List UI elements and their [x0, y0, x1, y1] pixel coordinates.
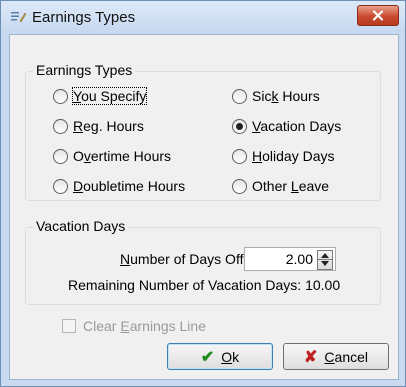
radio-label-reg-hours: Reg. Hours	[73, 118, 144, 134]
clear-earnings-line-label: Clear Earnings Line	[83, 318, 206, 334]
days-off-spinner[interactable]: 2.00	[244, 247, 336, 271]
title-bar[interactable]: Earnings Types	[1, 1, 405, 34]
cancel-button-label: Cancel	[324, 348, 368, 365]
radio-label-doubletime-hours: Doubletime Hours	[73, 178, 186, 194]
close-button[interactable]	[357, 5, 399, 26]
dialog-window: Earnings Types Earnings Types You Specif…	[0, 0, 406, 387]
clear-earnings-line-checkbox[interactable]: Clear Earnings Line	[62, 318, 206, 334]
radio-label-overtime-hours: Overtime Hours	[73, 148, 172, 164]
spin-up-icon[interactable]	[321, 253, 329, 258]
checkbox-icon	[62, 319, 76, 333]
radio-label-holiday-days: Holiday Days	[252, 148, 335, 164]
radio-button-icon	[53, 118, 68, 134]
days-off-label: Number of Days Off	[120, 251, 244, 267]
radio-vacation-days[interactable]: Vacation Days	[232, 116, 341, 136]
window-title: Earnings Types	[32, 9, 136, 26]
radio-button-icon	[232, 88, 247, 104]
close-icon	[372, 10, 384, 21]
ok-button[interactable]: ✔ Ok	[167, 343, 273, 370]
radio-button-icon	[53, 88, 68, 104]
edit-list-icon	[11, 12, 26, 23]
radio-label-vacation-days: Vacation Days	[252, 118, 342, 134]
radio-dot-icon	[236, 122, 243, 130]
x-icon: ✘	[304, 348, 318, 366]
cancel-button[interactable]: ✘ Cancel	[283, 343, 389, 370]
spin-down-icon[interactable]	[321, 261, 329, 266]
radio-label-sick-hours: Sick Hours	[252, 88, 320, 104]
radio-button-icon	[232, 178, 247, 194]
radio-button-selected-icon	[232, 118, 247, 134]
days-off-value[interactable]: 2.00	[286, 251, 313, 267]
radio-you-specify[interactable]: You Specify	[53, 86, 148, 106]
ok-button-label: Ok	[221, 348, 240, 365]
radio-button-icon	[53, 148, 68, 164]
radio-doubletime-hours[interactable]: Doubletime Hours	[53, 176, 185, 196]
vacation-days-group-title: Vacation Days	[33, 218, 129, 234]
radio-label-other-leave: Other Leave	[252, 178, 330, 194]
radio-holiday-days[interactable]: Holiday Days	[232, 146, 335, 166]
earnings-types-group-title: Earnings Types	[33, 62, 136, 78]
spinner-buttons[interactable]	[317, 250, 333, 270]
dialog-body: Earnings Types You Specify Reg. Hours Ov…	[9, 34, 399, 380]
radio-overtime-hours[interactable]: Overtime Hours	[53, 146, 171, 166]
spin-divider	[318, 259, 332, 260]
radio-other-leave[interactable]: Other Leave	[232, 176, 329, 196]
checkmark-icon: ✔	[200, 348, 215, 366]
radio-label-you-specify: You Specify	[71, 87, 148, 105]
remaining-vacation-days-text: Remaining Number of Vacation Days: 10.00	[68, 277, 341, 293]
radio-button-icon	[232, 148, 247, 164]
radio-button-icon	[53, 178, 68, 194]
radio-reg-hours[interactable]: Reg. Hours	[53, 116, 144, 136]
radio-sick-hours[interactable]: Sick Hours	[232, 86, 320, 106]
